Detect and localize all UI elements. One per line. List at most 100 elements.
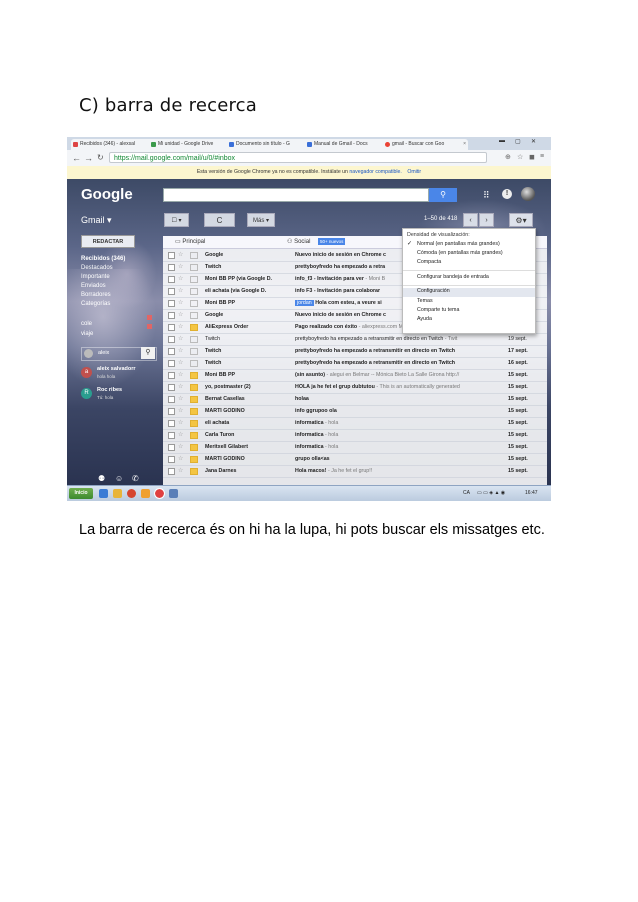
refresh-button[interactable]: C bbox=[204, 213, 235, 227]
more-button[interactable]: Más ▾ bbox=[247, 213, 275, 227]
zoom-icon[interactable]: ⊕ bbox=[505, 153, 511, 161]
important-marker-icon[interactable] bbox=[190, 360, 198, 367]
important-marker-icon[interactable] bbox=[190, 312, 198, 319]
row-checkbox[interactable] bbox=[168, 300, 175, 307]
minimize-icon[interactable]: ▬ bbox=[499, 138, 505, 144]
important-marker-icon[interactable] bbox=[190, 456, 198, 463]
browser-tab[interactable]: Documento sin título - G× bbox=[227, 139, 312, 150]
browser-tab[interactable]: Manual de Gmail - Docs× bbox=[305, 139, 390, 150]
start-button[interactable]: Inicio bbox=[69, 488, 93, 499]
bookmark-star-icon[interactable]: ☆ bbox=[517, 153, 523, 161]
star-icon[interactable]: ☆ bbox=[178, 429, 183, 441]
folder-inbox[interactable]: Recibidos (346) bbox=[81, 256, 125, 262]
star-icon[interactable]: ☆ bbox=[178, 441, 183, 453]
important-marker-icon[interactable] bbox=[190, 444, 198, 451]
important-marker-icon[interactable] bbox=[190, 396, 198, 403]
compose-button[interactable]: REDACTAR bbox=[81, 235, 135, 248]
close-icon[interactable]: × bbox=[463, 139, 466, 150]
important-marker-icon[interactable] bbox=[190, 420, 198, 427]
important-marker-icon[interactable] bbox=[190, 432, 198, 439]
important-marker-icon[interactable] bbox=[190, 372, 198, 379]
search-input[interactable] bbox=[163, 188, 429, 202]
language-indicator[interactable]: CA bbox=[463, 490, 470, 496]
row-checkbox[interactable] bbox=[168, 264, 175, 271]
row-checkbox[interactable] bbox=[168, 252, 175, 259]
star-icon[interactable]: ☆ bbox=[178, 249, 183, 261]
forward-icon[interactable]: → bbox=[84, 152, 93, 164]
apps-grid-icon[interactable]: ⠿ bbox=[483, 190, 490, 201]
row-checkbox[interactable] bbox=[168, 432, 175, 439]
important-marker-icon[interactable] bbox=[190, 336, 198, 343]
folder-icon[interactable] bbox=[113, 489, 122, 498]
star-icon[interactable]: ☆ bbox=[178, 453, 183, 465]
url-input[interactable]: https://mail.google.com/mail/u/0/#inbox bbox=[109, 152, 487, 163]
dismiss-link[interactable]: Omitir bbox=[407, 169, 421, 175]
star-icon[interactable]: ☆ bbox=[178, 393, 183, 405]
star-icon[interactable]: ☆ bbox=[178, 273, 183, 285]
row-checkbox[interactable] bbox=[168, 312, 175, 319]
important-marker-icon[interactable] bbox=[190, 408, 198, 415]
ie-icon[interactable] bbox=[99, 489, 108, 498]
row-checkbox[interactable] bbox=[168, 288, 175, 295]
media-icon[interactable] bbox=[127, 489, 136, 498]
clock[interactable]: 16:47 bbox=[525, 490, 538, 496]
star-icon[interactable]: ☆ bbox=[178, 345, 183, 357]
chrome-icon[interactable] bbox=[154, 488, 165, 499]
compatible-browser-link[interactable]: navegador compatible. bbox=[349, 169, 402, 175]
hangouts-search-button[interactable]: ⚲ bbox=[141, 347, 155, 359]
next-page-button[interactable]: › bbox=[479, 213, 494, 227]
star-icon[interactable]: ☆ bbox=[178, 309, 183, 321]
close-window-icon[interactable]: ✕ bbox=[531, 138, 536, 145]
important-marker-icon[interactable] bbox=[190, 252, 198, 259]
menu-icon[interactable]: ≡ bbox=[540, 153, 544, 160]
important-marker-icon[interactable] bbox=[190, 468, 198, 475]
row-checkbox[interactable] bbox=[168, 336, 175, 343]
tray-icons[interactable]: ▭ ▭ ◈ ▲ ◉ bbox=[477, 490, 505, 496]
browser-tab[interactable]: Mi unidad - Google Drive× bbox=[149, 139, 234, 150]
label-cole[interactable]: cole bbox=[81, 321, 92, 327]
menu-item-density-comfortable[interactable]: Cómoda (en pantallas más grandes) bbox=[417, 250, 503, 256]
extension-icon[interactable]: ◼ bbox=[529, 153, 535, 161]
row-checkbox[interactable] bbox=[168, 456, 175, 463]
label-viaje[interactable]: viaje bbox=[81, 331, 93, 337]
row-checkbox[interactable] bbox=[168, 396, 175, 403]
row-checkbox[interactable] bbox=[168, 276, 175, 283]
gmail-app-switcher[interactable]: Gmail ▾ bbox=[81, 215, 112, 226]
menu-item-share-theme[interactable]: Comparte tu tema bbox=[417, 307, 459, 313]
tab-primary[interactable]: ▭ Principal bbox=[175, 238, 205, 245]
star-icon[interactable]: ☆ bbox=[178, 369, 183, 381]
menu-item-density-normal[interactable]: Normal (en pantallas más grandes) bbox=[417, 241, 500, 247]
row-checkbox[interactable] bbox=[168, 348, 175, 355]
notifications-icon[interactable]: ! bbox=[502, 189, 512, 199]
star-icon[interactable]: ☆ bbox=[178, 405, 183, 417]
important-marker-icon[interactable] bbox=[190, 384, 198, 391]
row-checkbox[interactable] bbox=[168, 408, 175, 415]
account-avatar[interactable] bbox=[521, 187, 535, 201]
select-all-checkbox[interactable]: ☐ ▾ bbox=[164, 213, 189, 227]
row-checkbox[interactable] bbox=[168, 444, 175, 451]
star-icon[interactable]: ☆ bbox=[178, 261, 183, 273]
menu-item-settings[interactable]: Configuración bbox=[403, 288, 535, 297]
row-checkbox[interactable] bbox=[168, 420, 175, 427]
settings-gear-button[interactable]: ⚙▾ bbox=[509, 213, 533, 227]
contact-item[interactable]: R Roc ribes Tú: hola bbox=[81, 386, 161, 406]
phone-icon[interactable]: ✆ bbox=[132, 474, 139, 483]
person-icon[interactable]: ⚉ bbox=[98, 474, 105, 483]
row-checkbox[interactable] bbox=[168, 384, 175, 391]
chat-icon[interactable]: ☺ bbox=[115, 474, 123, 483]
star-icon[interactable]: ☆ bbox=[178, 465, 183, 477]
reload-icon[interactable]: ↻ bbox=[97, 152, 104, 164]
menu-item-help[interactable]: Ayuda bbox=[417, 316, 432, 322]
row-checkbox[interactable] bbox=[168, 372, 175, 379]
star-icon[interactable]: ☆ bbox=[178, 357, 183, 369]
star-icon[interactable]: ☆ bbox=[178, 417, 183, 429]
star-icon[interactable]: ☆ bbox=[178, 333, 183, 345]
contact-item[interactable]: a aleix salvadorr hola hola bbox=[81, 365, 161, 385]
firefox-icon[interactable] bbox=[141, 489, 150, 498]
folder-drafts[interactable]: Borradores bbox=[81, 292, 111, 298]
network-icon[interactable] bbox=[169, 489, 178, 498]
star-icon[interactable]: ☆ bbox=[178, 297, 183, 309]
browser-tab[interactable]: gmail - Buscar con Goo × bbox=[383, 139, 468, 150]
browser-tab[interactable]: Recibidos (346) - alexsal× bbox=[71, 139, 156, 150]
row-checkbox[interactable] bbox=[168, 360, 175, 367]
